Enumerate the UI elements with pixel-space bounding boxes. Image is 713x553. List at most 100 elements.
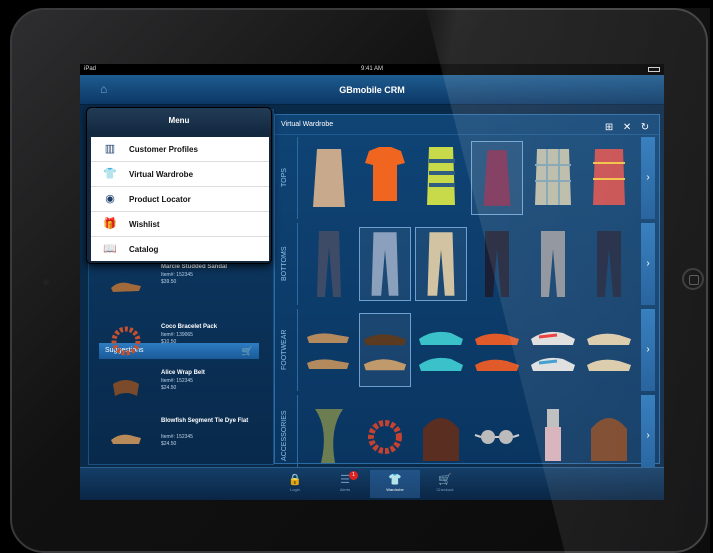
wardrobe-header: Virtual Wardrobe ⊞ ✕ ↻ [275, 115, 659, 135]
footwear-next-arrow[interactable]: › [641, 309, 655, 391]
menu-item-wishlist[interactable]: 🎁 Wishlist [91, 212, 269, 237]
product-price: $24.50 [161, 441, 177, 447]
shoe-item[interactable] [359, 313, 411, 387]
shirt-icon: 👕 [103, 168, 117, 180]
product-item-number: Item#: 152345 [161, 272, 193, 278]
screen: iPad 9:41 AM ⌂ GBmobile CRM Marcie Studd… [80, 64, 664, 500]
bottom-item[interactable] [303, 227, 355, 301]
menu-title: Menu [87, 108, 271, 134]
accessory-item[interactable] [415, 399, 467, 473]
tab-label: Wardrobe [386, 487, 404, 492]
flat-shoe-image [111, 434, 141, 444]
row-label: BOTTOMS [281, 246, 288, 282]
shoe-item[interactable] [415, 313, 467, 387]
row-divider [297, 223, 298, 305]
tab-wardrobe[interactable]: 👕 Wardrobe [370, 470, 420, 498]
accessories-next-arrow[interactable]: › [641, 395, 655, 477]
top-item[interactable] [415, 141, 467, 215]
battery-icon [648, 67, 660, 72]
row-label: ACCESSORIES [281, 410, 288, 462]
status-bar: iPad 9:41 AM [80, 64, 664, 75]
shoe-item[interactable] [527, 313, 579, 387]
bottom-item[interactable] [527, 227, 579, 301]
tab-checkout[interactable]: 🛒 Checkout [420, 470, 470, 498]
top-item[interactable] [583, 141, 635, 215]
row-divider [297, 309, 298, 391]
list-item[interactable]: Coco Bracelet Pack Item#: 139065 $10.50 [97, 322, 269, 362]
menu-item-label: Virtual Wardrobe [129, 170, 194, 179]
profiles-icon: ▥ [104, 143, 116, 155]
list-item[interactable]: Marcie Studded Sandal Item#: 152345 $39.… [97, 262, 269, 302]
tab-label: Alerts [339, 487, 351, 492]
top-item[interactable] [527, 141, 579, 215]
top-item[interactable] [303, 141, 355, 215]
refresh-icon[interactable]: ↻ [639, 122, 651, 134]
shoe-item[interactable] [303, 313, 355, 387]
cart-icon: 🛒 [438, 474, 452, 486]
bottom-item[interactable] [583, 227, 635, 301]
tops-next-arrow[interactable]: › [641, 137, 655, 219]
accessory-item[interactable] [303, 399, 355, 473]
product-price: $10.50 [161, 339, 177, 345]
shirt-icon: 👕 [388, 474, 402, 486]
wardrobe-row-bottoms: BOTTOMS › [275, 223, 659, 305]
product-name: Coco Bracelet Pack [161, 324, 218, 330]
lock-icon: 🔒 [288, 474, 302, 486]
menu-item-customer-profiles[interactable]: ▥ Customer Profiles [91, 137, 269, 162]
product-item-number: Item#: 152345 [161, 378, 193, 384]
product-item-number: Item#: 152345 [161, 434, 193, 440]
menu-item-label: Product Locator [129, 195, 191, 204]
top-item[interactable] [359, 141, 411, 215]
bottom-item[interactable] [471, 227, 523, 301]
wardrobe-row-accessories: ACCESSORIES › [275, 395, 659, 477]
menu-item-label: Customer Profiles [129, 145, 198, 154]
tools-icon[interactable]: ✕ [621, 122, 633, 134]
alert-badge: 1 [349, 471, 358, 480]
home-button[interactable] [682, 268, 704, 290]
shoe-item[interactable] [471, 313, 523, 387]
bottoms-next-arrow[interactable]: › [641, 223, 655, 305]
product-name: Alice Wrap Belt [161, 370, 205, 376]
accessory-item[interactable] [583, 399, 635, 473]
list-item[interactable]: Alice Wrap Belt Item#: 152345 $24.50 [97, 368, 269, 408]
tab-bar: 🔒 Login ☰ 1 Alerts 👕 Wardrobe 🛒 Checkout [80, 467, 664, 500]
accessory-item[interactable] [471, 399, 523, 473]
sandal-image [111, 282, 141, 292]
top-item-selected[interactable] [471, 141, 523, 215]
hierarchy-icon[interactable]: ⊞ [603, 122, 615, 134]
accessory-item[interactable] [527, 399, 579, 473]
row-label: FOOTWEAR [281, 329, 288, 371]
app-title: GBmobile CRM [339, 85, 405, 95]
product-price: $24.50 [161, 385, 177, 391]
wardrobe-row-tops: TOPS › [275, 137, 659, 219]
menu-item-product-locator[interactable]: ◉ Product Locator [91, 187, 269, 212]
row-divider [297, 137, 298, 219]
book-icon: 📖 [103, 243, 117, 255]
wardrobe-toolbar: ⊞ ✕ ↻ [599, 119, 651, 139]
bottom-item[interactable] [415, 227, 467, 301]
menu-item-label: Wishlist [129, 220, 160, 229]
row-label: TOPS [281, 168, 288, 188]
menu-list: ▥ Customer Profiles 👕 Virtual Wardrobe ◉… [91, 137, 269, 261]
list-item[interactable]: Blowfish Segment Tie Dye Flat Item#: 152… [97, 416, 269, 456]
wardrobe-title: Virtual Wardrobe [281, 121, 334, 128]
menu-item-catalog[interactable]: 📖 Catalog [91, 237, 269, 262]
nav-bar: ⌂ GBmobile CRM [80, 75, 664, 105]
virtual-wardrobe-panel: Virtual Wardrobe ⊞ ✕ ↻ TOPS › BOTTOMS › … [274, 114, 660, 477]
product-item-number: Item#: 139065 [161, 332, 193, 338]
menu-item-virtual-wardrobe[interactable]: 👕 Virtual Wardrobe [91, 162, 269, 187]
accessory-item[interactable] [359, 399, 411, 473]
clock: 9:41 AM [360, 66, 383, 72]
wardrobe-row-footwear: FOOTWEAR › [275, 309, 659, 391]
menu-item-label: Catalog [129, 245, 159, 254]
locator-icon: ◉ [105, 193, 115, 205]
belt-image [113, 380, 139, 396]
tab-label: Checkout [436, 487, 454, 492]
bottom-item[interactable] [359, 227, 411, 301]
menu-popover: Menu ▥ Customer Profiles 👕 Virtual Wardr… [86, 107, 272, 264]
shoe-item[interactable] [583, 313, 635, 387]
tab-login[interactable]: 🔒 Login [270, 470, 320, 498]
product-name: Marcie Studded Sandal [161, 264, 228, 270]
product-name: Blowfish Segment Tie Dye Flat [161, 418, 249, 424]
tab-alerts[interactable]: ☰ 1 Alerts [320, 470, 370, 498]
